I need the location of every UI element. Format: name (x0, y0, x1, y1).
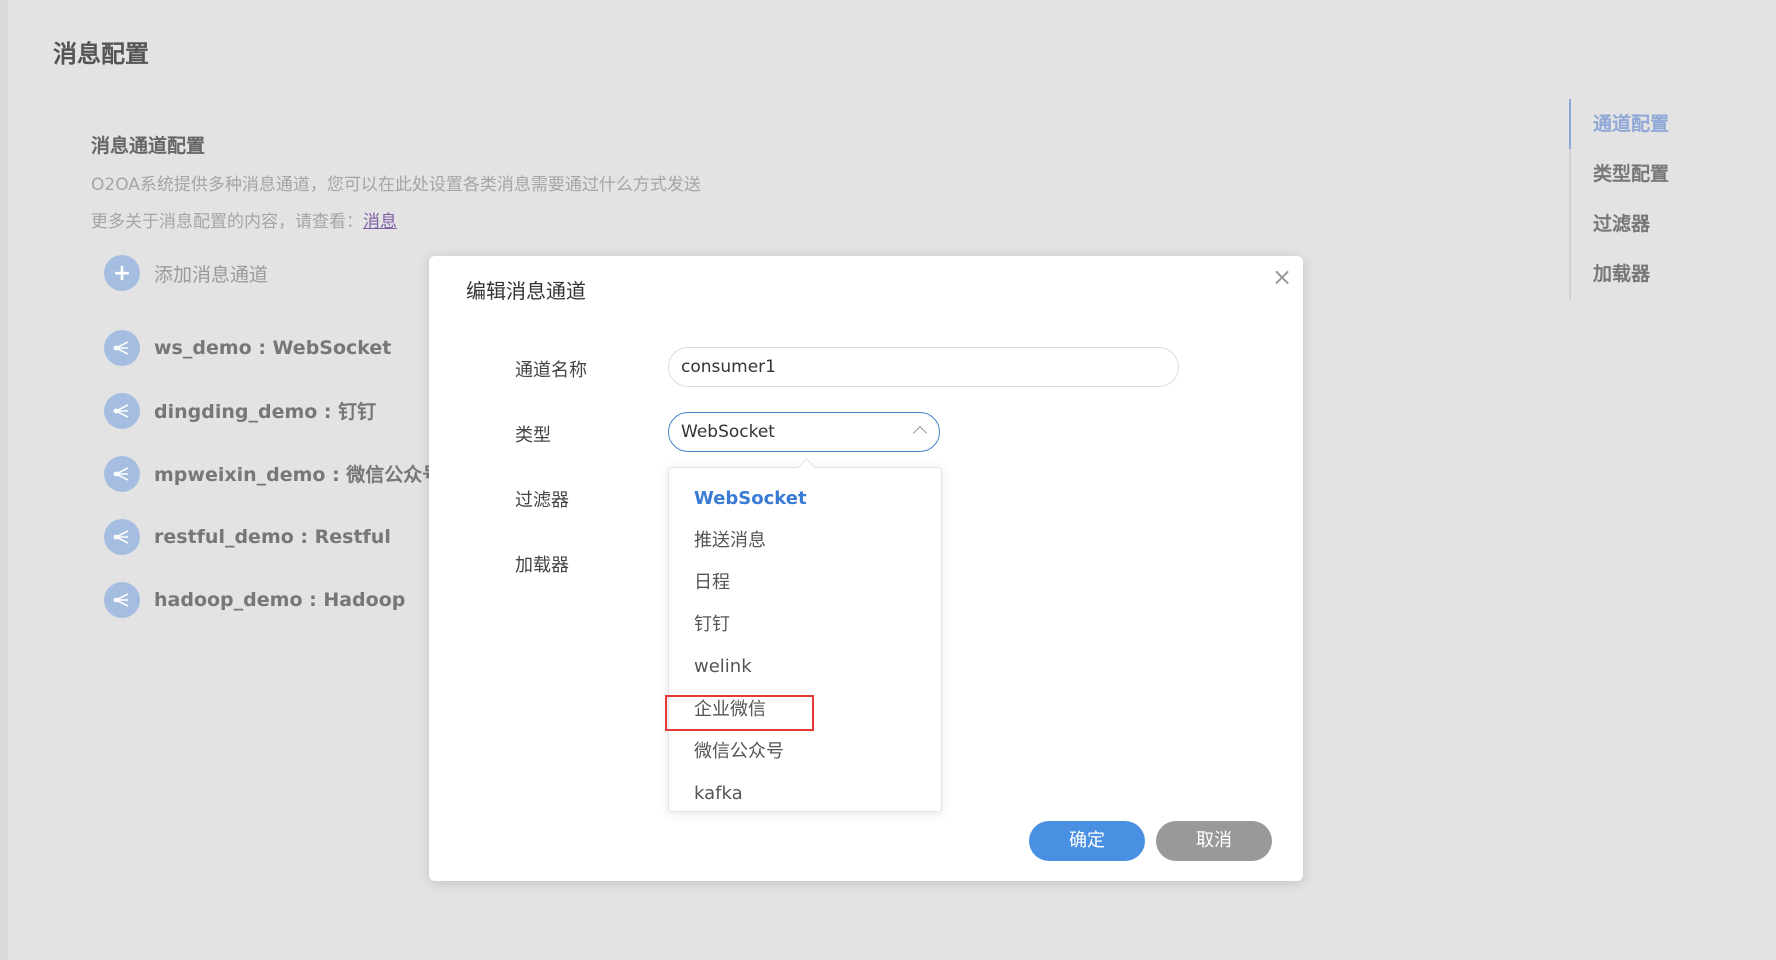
channel-label: ws_demo : WebSocket (154, 336, 392, 359)
type-label: 类型 (515, 425, 551, 446)
option-calendar[interactable]: 日程 (694, 571, 730, 595)
section-description: O2OA系统提供多种消息通道，您可以在此处设置各类消息需要通过什么方式发送 (91, 175, 701, 195)
channel-icon (104, 581, 140, 618)
channel-icon (104, 329, 140, 366)
channel-label: restful_demo : Restful (154, 525, 391, 548)
channel-item[interactable]: mpweixin_demo : 微信公众号 (104, 455, 441, 492)
add-channel-label: 添加消息通道 (154, 263, 269, 286)
option-push[interactable]: 推送消息 (694, 529, 766, 553)
left-strip (0, 0, 8, 960)
confirm-button[interactable]: 确定 (1029, 821, 1145, 861)
channel-item[interactable]: ws_demo : WebSocket (104, 329, 441, 366)
dialog-title: 编辑消息通道 (466, 279, 586, 303)
section-help: 更多关于消息配置的内容，请查看：消息 (91, 207, 397, 232)
option-kafka[interactable]: kafka (694, 782, 743, 806)
section-title: 消息通道配置 (91, 135, 206, 157)
nav-item-filter[interactable]: 过滤器 (1571, 199, 1669, 249)
help-link[interactable]: 消息 (363, 212, 397, 232)
nav-item-loader[interactable]: 加载器 (1571, 249, 1669, 299)
plus-icon: + (104, 255, 140, 291)
highlight-box (665, 695, 814, 731)
chevron-up-icon (912, 425, 928, 441)
channel-list: ws_demo : WebSocket dingding_demo : 钉钉 m… (104, 329, 441, 644)
channel-item[interactable]: restful_demo : Restful (104, 518, 441, 555)
channel-icon (104, 518, 140, 555)
option-mpweixin[interactable]: 微信公众号 (694, 740, 784, 764)
cancel-button[interactable]: 取消 (1156, 821, 1272, 861)
add-channel-button[interactable]: + 添加消息通道 (104, 255, 268, 291)
page-title: 消息配置 (53, 40, 149, 68)
nav-item-type-config[interactable]: 类型配置 (1571, 149, 1669, 199)
channel-icon (104, 455, 140, 492)
filter-label: 过滤器 (515, 490, 569, 511)
nav-item-channel-config[interactable]: 通道配置 (1568, 99, 1669, 149)
channel-label: hadoop_demo : Hadoop (154, 588, 406, 611)
channel-label: mpweixin_demo : 微信公众号 (154, 464, 442, 486)
option-websocket[interactable]: WebSocket (694, 487, 807, 511)
option-dingding[interactable]: 钉钉 (694, 613, 730, 637)
type-dropdown: WebSocket 推送消息 日程 钉钉 welink 企业微信 微信公众号 k… (665, 467, 942, 812)
channel-icon (104, 392, 140, 429)
channel-item[interactable]: hadoop_demo : Hadoop (104, 581, 441, 618)
help-prefix: 更多关于消息配置的内容，请查看： (91, 212, 363, 232)
channel-name-input[interactable] (668, 347, 1179, 387)
loader-label: 加载器 (515, 555, 569, 576)
right-nav: 通道配置 类型配置 过滤器 加载器 (1568, 99, 1669, 299)
channel-item[interactable]: dingding_demo : 钉钉 (104, 392, 441, 429)
close-icon[interactable]: × (1271, 265, 1293, 289)
channel-label: dingding_demo : 钉钉 (154, 401, 377, 423)
type-select[interactable]: WebSocket (668, 412, 940, 452)
name-label: 通道名称 (515, 360, 587, 381)
type-select-value: WebSocket (681, 422, 775, 442)
edit-channel-dialog: 编辑消息通道 × 通道名称 类型 WebSocket 过滤器 加载器 WebSo… (429, 256, 1303, 881)
option-welink[interactable]: welink (694, 655, 752, 679)
